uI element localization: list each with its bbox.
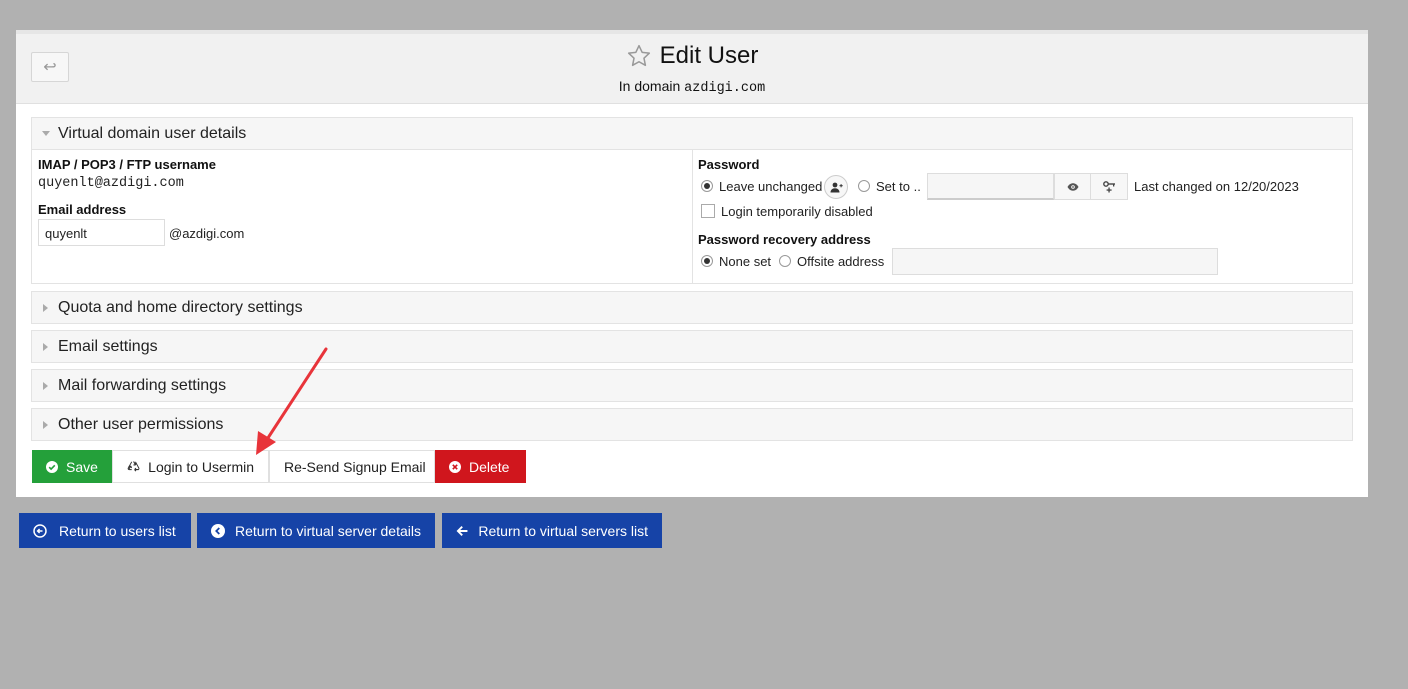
caret-right-icon [43, 420, 48, 429]
section-title: Email settings [58, 337, 158, 355]
left-column: IMAP / POP3 / FTP username quyenlt@azdig… [32, 150, 693, 284]
email-domain-suffix: @azdigi.com [169, 226, 245, 241]
return-users-list-button[interactable]: Return to users list [19, 513, 191, 548]
section-email-settings[interactable]: Email settings [31, 330, 1353, 363]
username-label: IMAP / POP3 / FTP username [38, 157, 216, 172]
section-header-email-settings[interactable]: Email settings [32, 331, 1352, 362]
generate-password-button[interactable] [1090, 173, 1128, 200]
email-input[interactable]: quyenlt [38, 219, 165, 246]
password-set-radio[interactable] [858, 180, 870, 192]
section-header-mail-forwarding[interactable]: Mail forwarding settings [32, 370, 1352, 401]
section-quota[interactable]: Quota and home directory settings [31, 291, 1353, 324]
check-circle-icon [46, 460, 58, 473]
delete-button[interactable]: Delete [435, 450, 526, 483]
return-users-list-label: Return to users list [59, 522, 176, 539]
caret-down-icon [42, 131, 50, 136]
key-generate-icon [1103, 180, 1115, 192]
section-header-other-permissions[interactable]: Other user permissions [32, 409, 1352, 440]
recovery-offsite-label: Offsite address [797, 254, 885, 269]
return-servers-list-button[interactable]: Return to virtual servers list [442, 513, 662, 548]
page-title: Edit User [659, 42, 759, 69]
return-servers-list-label: Return to virtual servers list [478, 522, 648, 539]
recycle-icon [127, 461, 140, 472]
section-header-quota[interactable]: Quota and home directory settings [32, 292, 1352, 323]
section-title: Virtual domain user details [58, 124, 247, 142]
password-unchanged-label: Leave unchanged [719, 179, 823, 194]
subtitle-prefix: In domain [618, 78, 681, 94]
arrow-left-icon [456, 525, 468, 536]
edit-user-panel: ↩ Edit User In domain azdigi.com Virtual… [16, 30, 1368, 497]
section-title: Other user permissions [58, 415, 224, 433]
caret-right-icon [43, 303, 48, 312]
section-body: IMAP / POP3 / FTP username quyenlt@azdig… [32, 149, 1353, 284]
right-column: Password Leave unchanged Set to .. Last … [693, 150, 1353, 284]
user-plus-icon [830, 182, 843, 192]
login-usermin-button[interactable]: Login to Usermin [112, 450, 269, 483]
show-password-button[interactable] [1054, 173, 1091, 200]
section-mail-forwarding[interactable]: Mail forwarding settings [31, 369, 1353, 402]
login-disabled-checkbox[interactable] [701, 204, 715, 218]
recovery-offsite-input[interactable] [892, 248, 1218, 275]
delete-button-label: Delete [469, 458, 510, 475]
recovery-none-label: None set [719, 254, 772, 269]
email-label: Email address [38, 202, 127, 217]
password-last-changed: Last changed on 12/20/2023 [1134, 179, 1299, 194]
resend-signup-button[interactable]: Re-Send Signup Email [269, 450, 435, 483]
section-user-details: Virtual domain user details IMAP / POP3 … [31, 117, 1353, 284]
login-disabled-label: Login temporarily disabled [721, 204, 873, 219]
password-set-label: Set to .. [876, 179, 921, 194]
title-row: Edit User [16, 42, 1368, 70]
return-server-details-button[interactable]: Return to virtual server details [197, 513, 435, 548]
section-title: Quota and home directory settings [58, 298, 303, 316]
section-other-permissions[interactable]: Other user permissions [31, 408, 1353, 441]
panel-header: ↩ Edit User In domain azdigi.com [16, 34, 1368, 104]
password-unchanged-radio[interactable] [701, 180, 713, 192]
x-circle-icon [449, 460, 461, 473]
page-subtitle: In domain azdigi.com [16, 78, 1368, 96]
login-usermin-label: Login to Usermin [148, 458, 254, 475]
domain-name: azdigi.com [684, 81, 766, 96]
recovery-none-radio[interactable] [701, 255, 713, 267]
recovery-offsite-radio[interactable] [779, 255, 791, 267]
generate-user-button[interactable] [824, 175, 848, 199]
section-title: Mail forwarding settings [58, 376, 227, 394]
username-value: quyenlt@azdigi.com [38, 176, 184, 191]
eye-icon [1067, 182, 1078, 191]
resend-signup-label: Re-Send Signup Email [284, 458, 426, 475]
section-header-user-details[interactable]: Virtual domain user details [32, 118, 1352, 149]
recovery-label: Password recovery address [698, 232, 871, 247]
arrow-left-circle-icon [33, 523, 47, 538]
chevron-left-circle-icon [211, 523, 225, 538]
return-server-details-label: Return to virtual server details [235, 522, 421, 539]
save-button[interactable]: Save [32, 450, 112, 483]
caret-right-icon [43, 381, 48, 390]
password-input[interactable] [927, 173, 1054, 200]
save-button-label: Save [66, 458, 98, 475]
password-label: Password [698, 157, 760, 172]
star-icon[interactable] [626, 43, 652, 69]
caret-right-icon [43, 342, 48, 351]
